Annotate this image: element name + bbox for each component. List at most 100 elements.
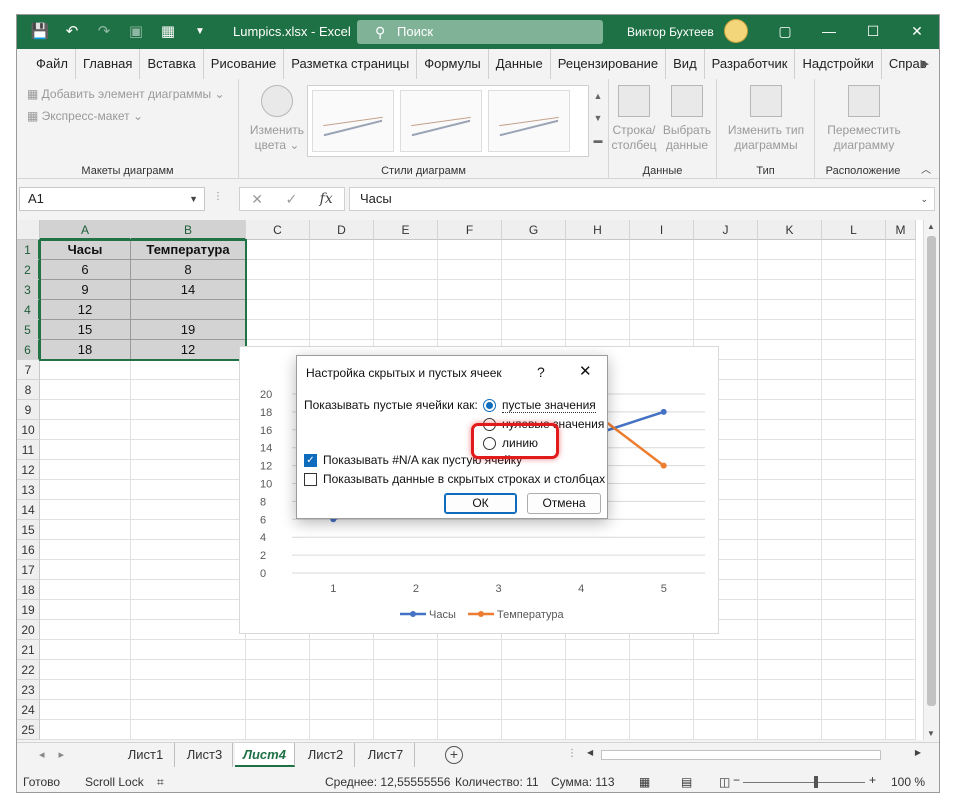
radio-line-label[interactable]: линию [502,436,538,450]
tab-7[interactable]: Рецензирование [551,49,667,79]
tab-3[interactable]: Рисование [204,49,285,79]
customize-qat-icon[interactable]: ▼ [191,22,209,40]
table-cell[interactable]: Часы [40,240,131,260]
column-header[interactable]: H [566,220,630,240]
table-cell[interactable]: 18 [40,340,131,360]
table-cell[interactable]: 19 [131,320,246,340]
page-break-preview-icon[interactable]: ◫ [719,775,730,789]
column-header[interactable]: D [310,220,374,240]
radio-gaps-label[interactable]: пустые значения [502,398,596,413]
tab-9[interactable]: Разработчик [705,49,796,79]
zoom-level[interactable]: 100 % [891,775,925,789]
show-na-checkbox[interactable]: ✓ [304,454,317,467]
chart-style-thumb[interactable] [400,90,482,152]
cancel-button[interactable]: Отмена [527,493,601,514]
show-na-label[interactable]: Показывать #N/A как пустую ячейку [323,453,522,467]
add-sheet-button[interactable]: + [445,746,463,764]
zoom-out-icon[interactable]: − [733,773,740,787]
row-header[interactable]: 11 [17,440,40,460]
column-header[interactable]: C [246,220,310,240]
row-header[interactable]: 4 [17,300,40,320]
table-grid-icon[interactable]: ▦ [159,22,177,40]
maximize-icon[interactable]: ☐ [851,15,895,49]
zoom-in-icon[interactable]: + [869,773,876,787]
select-all-corner[interactable] [17,220,40,240]
sheet-tab[interactable]: Лист2 [297,743,355,767]
change-colors-button[interactable]: Изменить цвета ⌄ [247,85,307,153]
quick-layout-button[interactable]: ▦ Экспресс-макет ⌄ [27,109,143,123]
user-name[interactable]: Виктор Бухтеев [627,25,714,39]
undo-icon[interactable]: ↶ [63,22,81,40]
page-layout-icon[interactable]: ▤ [681,775,692,789]
table-cell[interactable]: 8 [131,260,246,280]
column-header[interactable]: A [40,220,131,240]
tab-4[interactable]: Разметка страницы [284,49,418,79]
row-header[interactable]: 16 [17,540,40,560]
name-box[interactable]: A1 ▼ [19,187,205,211]
add-chart-element-button[interactable]: ▦ Добавить элемент диаграммы ⌄ [27,87,225,101]
radio-zero[interactable] [483,418,496,431]
tab-6[interactable]: Данные [489,49,551,79]
insert-function-icon[interactable]: fx [320,191,333,207]
tab-5[interactable]: Формулы [417,49,489,79]
column-header[interactable]: K [758,220,822,240]
row-header[interactable]: 9 [17,400,40,420]
avatar[interactable] [724,19,748,43]
row-header[interactable]: 20 [17,620,40,640]
row-header[interactable]: 23 [17,680,40,700]
table-cell[interactable]: 12 [131,340,246,360]
collapse-ribbon-icon[interactable]: ︿ [921,161,931,176]
vertical-scrollbar[interactable]: ▲ ▼ [923,220,939,740]
scroll-left-icon[interactable]: ◀ [587,748,593,757]
chart-style-thumb[interactable] [312,90,394,152]
switch-row-column-button[interactable]: Строка/ столбец [609,85,659,153]
row-header[interactable]: 14 [17,500,40,520]
row-header[interactable]: 21 [17,640,40,660]
table-cell[interactable]: 12 [40,300,131,320]
row-header[interactable]: 1 [17,240,40,260]
table-cell[interactable] [131,300,246,320]
camera-icon[interactable]: ▣ [127,22,145,40]
radio-gaps[interactable] [483,399,496,412]
row-header[interactable]: 10 [17,420,40,440]
table-cell[interactable]: 9 [40,280,131,300]
scroll-up-icon[interactable]: ▲ [927,222,935,231]
row-header[interactable]: 6 [17,340,40,360]
ok-button[interactable]: ОК [444,493,517,514]
tab-10[interactable]: Надстройки [795,49,882,79]
row-header[interactable]: 8 [17,380,40,400]
sheet-nav-arrows-icon[interactable]: ◂▸ [39,748,78,761]
row-header[interactable]: 18 [17,580,40,600]
show-hidden-label[interactable]: Показывать данные в скрытых строках и ст… [323,472,605,486]
enter-icon[interactable]: ✓ [285,191,297,208]
zoom-slider[interactable] [743,782,865,783]
move-chart-button[interactable]: Переместить диаграмму [821,85,907,153]
row-header[interactable]: 3 [17,280,40,300]
column-header[interactable]: F [438,220,502,240]
tab-8[interactable]: Вид [666,49,705,79]
column-header[interactable]: G [502,220,566,240]
tab-1[interactable]: Главная [76,49,141,79]
normal-view-icon[interactable]: ▦ [639,775,650,789]
tab-0[interactable]: Файл [29,49,76,79]
show-hidden-checkbox[interactable] [304,473,317,486]
table-cell[interactable]: 6 [40,260,131,280]
row-header[interactable]: 25 [17,720,40,740]
close-icon[interactable]: ✕ [895,15,939,49]
sheet-tab[interactable]: Лист7 [357,743,415,767]
minimize-icon[interactable]: — [807,15,851,49]
sheet-tab[interactable]: Лист1 [117,743,175,767]
row-header[interactable]: 22 [17,660,40,680]
radio-line[interactable] [483,437,496,450]
row-header[interactable]: 7 [17,360,40,380]
scroll-down-icon[interactable]: ▼ [927,729,935,738]
horizontal-scrollbar[interactable]: ◀ ▶ [587,748,921,763]
chevron-down-icon[interactable]: ▼ [189,188,198,210]
chevron-right-icon[interactable]: ▶ [921,57,929,70]
hscroll-thumb[interactable] [601,750,881,760]
row-header[interactable]: 13 [17,480,40,500]
select-data-button[interactable]: Выбрать данные [661,85,713,153]
expand-formula-icon[interactable]: ⌄ [920,188,928,210]
row-header[interactable]: 2 [17,260,40,280]
column-header[interactable]: L [822,220,886,240]
